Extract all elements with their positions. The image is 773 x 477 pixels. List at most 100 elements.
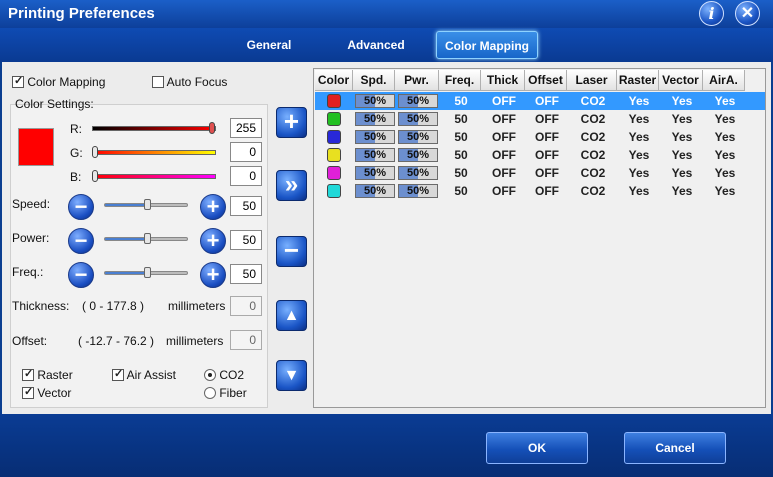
header-color[interactable]: Color — [315, 70, 353, 91]
speed-plus-button[interactable]: + — [200, 194, 226, 220]
freq-label: Freq.: — [12, 265, 44, 279]
table-row[interactable]: 50% 50% 50 OFF OFF CO2 Yes Yes Yes — [315, 92, 765, 110]
tab-bar: General Advanced Color Mapping — [0, 28, 773, 62]
speed-cell[interactable]: 50% — [355, 112, 395, 126]
power-cell[interactable]: 50% — [398, 184, 438, 198]
power-minus-button[interactable]: − — [68, 228, 94, 254]
header-offset[interactable]: Offset — [525, 70, 567, 91]
close-icon[interactable]: ✕ — [735, 1, 760, 26]
offset-label: Offset: — [12, 334, 48, 348]
checkbox-checked-icon — [12, 74, 24, 88]
air-assist-checkbox[interactable]: Air Assist — [112, 367, 176, 382]
header-power[interactable]: Pwr. — [395, 70, 439, 91]
color-chip — [327, 94, 341, 108]
thickness-value-field[interactable]: 0 — [230, 296, 262, 316]
radio-unselected-icon — [204, 387, 216, 399]
table-row[interactable]: 50% 50% 50 OFF OFF CO2 Yes Yes Yes — [315, 182, 765, 200]
content-panel: Color Mapping Auto Focus Color Settings:… — [2, 62, 771, 414]
fiber-radio[interactable]: Fiber — [204, 386, 247, 400]
aira-cell: Yes — [714, 184, 736, 198]
header-raster[interactable]: Raster — [617, 70, 659, 91]
offset-cell: OFF — [535, 184, 559, 198]
move-up-button[interactable]: ▲ — [276, 300, 307, 331]
freq-plus-button[interactable]: + — [200, 262, 226, 288]
header-thick[interactable]: Thick — [481, 70, 525, 91]
power-cell[interactable]: 50% — [398, 148, 438, 162]
vector-cell: Yes — [671, 166, 693, 180]
color-mapping-checkbox[interactable]: Color Mapping — [12, 74, 105, 89]
power-slider-thumb[interactable] — [144, 233, 151, 244]
g-value-field[interactable]: 0 — [230, 142, 262, 162]
vector-label: Vector — [37, 386, 72, 400]
apply-settings-button[interactable]: » — [276, 170, 307, 201]
speed-minus-button[interactable]: − — [68, 194, 94, 220]
b-value-field[interactable]: 0 — [230, 166, 262, 186]
header-speed[interactable]: Spd. — [353, 70, 395, 91]
info-icon[interactable]: i — [699, 1, 724, 26]
freq-slider-thumb[interactable] — [144, 267, 151, 278]
co2-radio[interactable]: CO2 — [204, 368, 244, 382]
freq-value-field[interactable]: 50 — [230, 264, 262, 284]
r-value-field[interactable]: 255 — [230, 118, 262, 138]
header-laser[interactable]: Laser — [567, 70, 617, 91]
remove-color-button[interactable]: − — [276, 236, 307, 267]
auto-focus-checkbox[interactable]: Auto Focus — [152, 75, 227, 89]
offset-value-field[interactable]: 0 — [230, 330, 262, 350]
speed-cell[interactable]: 50% — [355, 166, 395, 180]
g-slider[interactable] — [92, 150, 216, 155]
checkbox-checked-icon — [22, 367, 34, 381]
power-value-field[interactable]: 50 — [230, 230, 262, 250]
vector-cell: Yes — [671, 94, 693, 108]
tab-color-mapping[interactable]: Color Mapping — [436, 31, 538, 59]
vector-cell: Yes — [671, 184, 693, 198]
power-plus-button[interactable]: + — [200, 228, 226, 254]
table-row[interactable]: 50% 50% 50 OFF OFF CO2 Yes Yes Yes — [315, 164, 765, 182]
speed-cell[interactable]: 50% — [355, 94, 395, 108]
power-cell[interactable]: 50% — [398, 94, 438, 108]
power-cell[interactable]: 50% — [398, 166, 438, 180]
power-cell[interactable]: 50% — [398, 130, 438, 144]
offset-unit: millimeters — [166, 334, 224, 348]
thick-cell: OFF — [492, 130, 516, 144]
checkbox-checked-icon — [22, 385, 34, 399]
table-row[interactable]: 50% 50% 50 OFF OFF CO2 Yes Yes Yes — [315, 128, 765, 146]
power-cell[interactable]: 50% — [398, 112, 438, 126]
color-chip — [327, 166, 341, 180]
speed-cell[interactable]: 50% — [355, 130, 395, 144]
r-slider[interactable] — [92, 126, 216, 131]
speed-cell[interactable]: 50% — [355, 148, 395, 162]
thick-cell: OFF — [492, 148, 516, 162]
tab-advanced[interactable]: Advanced — [338, 31, 414, 59]
table-row[interactable]: 50% 50% 50 OFF OFF CO2 Yes Yes Yes — [315, 146, 765, 164]
move-down-button[interactable]: ▼ — [276, 360, 307, 391]
vector-cell: Yes — [671, 130, 693, 144]
b-slider-thumb[interactable] — [92, 170, 98, 182]
thickness-unit: millimeters — [168, 299, 226, 313]
header-vector[interactable]: Vector — [659, 70, 703, 91]
vector-cell: Yes — [671, 112, 693, 126]
checkbox-unchecked-icon — [152, 76, 164, 88]
laser-cell: CO2 — [580, 94, 606, 108]
ok-button[interactable]: OK — [486, 432, 588, 464]
freq-minus-button[interactable]: − — [68, 262, 94, 288]
table-row[interactable]: 50% 50% 50 OFF OFF CO2 Yes Yes Yes — [315, 110, 765, 128]
b-slider[interactable] — [92, 174, 216, 179]
header-aira[interactable]: AirA. — [703, 70, 745, 91]
g-label: G: — [70, 146, 83, 160]
color-chip — [327, 184, 341, 198]
header-freq[interactable]: Freq. — [439, 70, 481, 91]
g-slider-thumb[interactable] — [92, 146, 98, 158]
color-swatch[interactable] — [18, 128, 54, 166]
speed-cell[interactable]: 50% — [355, 184, 395, 198]
vector-checkbox[interactable]: Vector — [22, 385, 72, 400]
add-color-button[interactable]: + — [276, 107, 307, 138]
tab-general[interactable]: General — [232, 31, 306, 59]
speed-slider-thumb[interactable] — [144, 199, 151, 210]
r-slider-thumb[interactable] — [209, 122, 215, 134]
cancel-button[interactable]: Cancel — [624, 432, 726, 464]
raster-checkbox[interactable]: Raster — [22, 367, 73, 382]
raster-label: Raster — [37, 368, 73, 382]
speed-value-field[interactable]: 50 — [230, 196, 262, 216]
speed-label: Speed: — [12, 197, 51, 211]
laser-cell: CO2 — [580, 112, 606, 126]
